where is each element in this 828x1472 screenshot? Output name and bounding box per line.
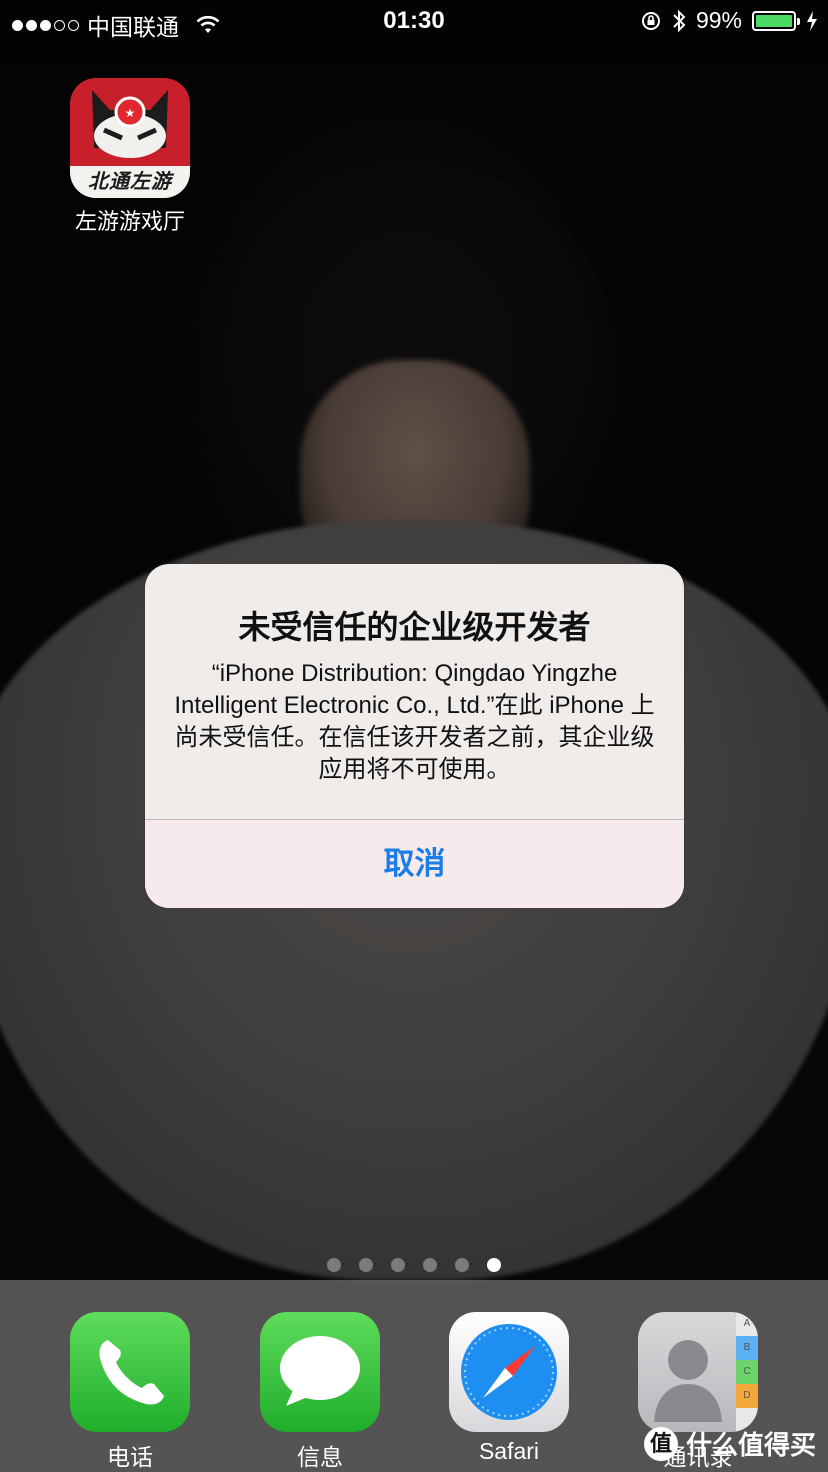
contacts-icon: A B C D [638, 1312, 758, 1432]
battery-icon [752, 10, 800, 31]
untrusted-developer-alert: 未受信任的企业级开发者 “iPhone Distribution: Qingda… [145, 564, 684, 908]
page-dot[interactable] [423, 1258, 437, 1272]
cancel-button[interactable]: 取消 [145, 820, 684, 908]
bluetooth-icon [673, 9, 686, 32]
page-dot[interactable] [359, 1258, 373, 1272]
alert-body: 未受信任的企业级开发者 “iPhone Distribution: Qingda… [145, 564, 684, 819]
contacts-index-tabs: A B C D [736, 1312, 758, 1432]
zuoyou-app-icon: ★ 北通左游 [70, 78, 190, 198]
watermark-badge: 值 [643, 1426, 678, 1461]
page-dot[interactable] [391, 1258, 405, 1272]
charging-icon [807, 10, 817, 31]
dock-messages[interactable]: 信息 [260, 1312, 380, 1472]
safari-icon [449, 1312, 569, 1432]
dock-safari[interactable]: Safari [449, 1312, 569, 1465]
watermark: 值 什么值得买 [643, 1425, 816, 1462]
dock-label-messages: 信息 [297, 1444, 343, 1470]
app-icon-banner: 北通左游 [70, 166, 190, 198]
page-dot[interactable] [327, 1258, 341, 1272]
messages-icon [260, 1312, 380, 1432]
app-zuoyou[interactable]: ★ 北通左游 左游游戏厅 [70, 78, 190, 236]
orientation-lock-icon [641, 11, 660, 30]
page-indicator[interactable] [0, 1258, 828, 1272]
dock-label-phone: 电话 [107, 1444, 153, 1470]
battery-percent: 99% [695, 7, 742, 33]
alert-title: 未受信任的企业级开发者 [238, 609, 591, 645]
page-dot[interactable] [455, 1258, 469, 1272]
dock-label-safari: Safari [478, 1438, 540, 1464]
status-bar-right: 99% [640, 7, 818, 34]
status-bar: 中国联通 01:30 99% [0, 0, 828, 42]
dock-phone[interactable]: 电话 [70, 1312, 190, 1472]
app-label: 左游游戏厅 [74, 209, 185, 234]
alert-message: “iPhone Distribution: Qingdao Yingzhe In… [174, 660, 655, 783]
page-dot[interactable] [487, 1258, 501, 1272]
svg-text:★: ★ [125, 106, 136, 120]
watermark-text: 什么值得买 [685, 1430, 816, 1460]
phone-icon [70, 1312, 190, 1432]
cat-mascot-icon: ★ [92, 90, 168, 158]
